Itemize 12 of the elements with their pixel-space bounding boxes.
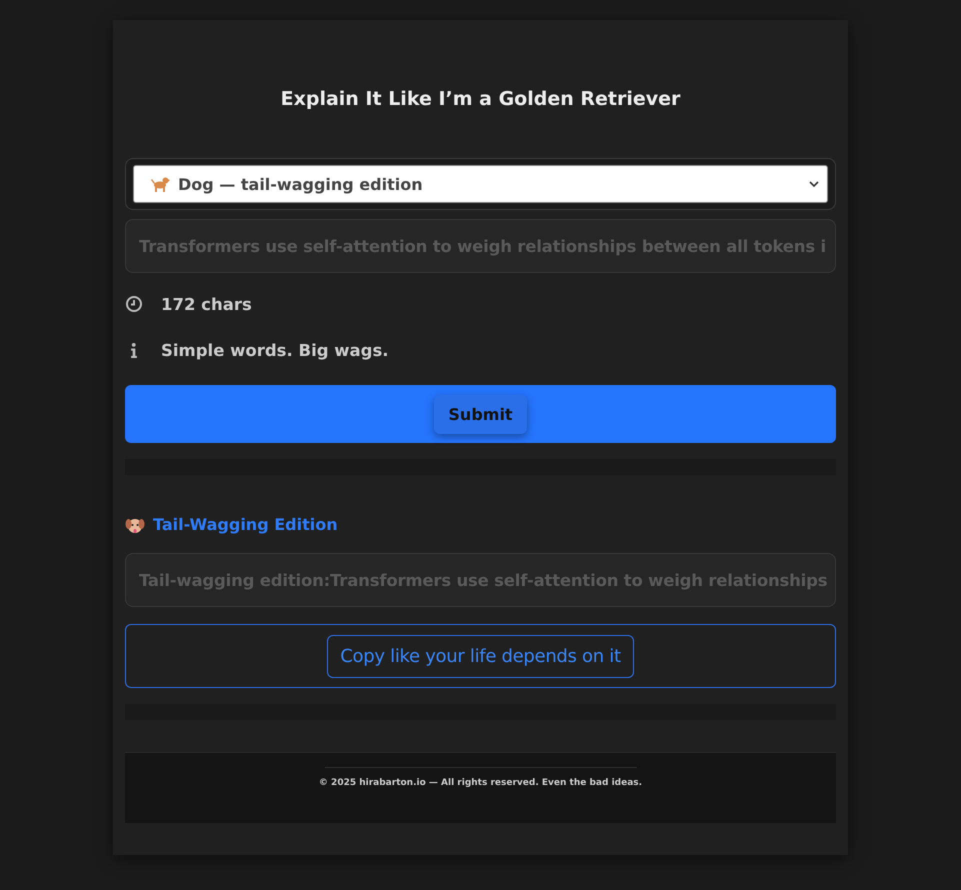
dog-icon [150,175,170,193]
mode-select[interactable]: Dog — tail-wagging edition [133,165,828,203]
chevron-icon [809,180,819,188]
footer-text: © 2025 hirabarton.io — All rights reserved. Even the bad ideas. [318,778,642,788]
info-icon [130,342,138,358]
stat-text: 172 chars [161,294,252,314]
submit-button[interactable]: Submit [434,394,527,434]
result-heading: Tail-Wagging Edition [153,515,338,534]
stat-text: Simple words. Big wags. [161,340,389,360]
page-title: Explain It Like I’m a Golden Retriever [280,88,682,110]
copy-button[interactable]: Copy like your life depends on it [327,634,634,678]
clock-icon [125,295,143,313]
